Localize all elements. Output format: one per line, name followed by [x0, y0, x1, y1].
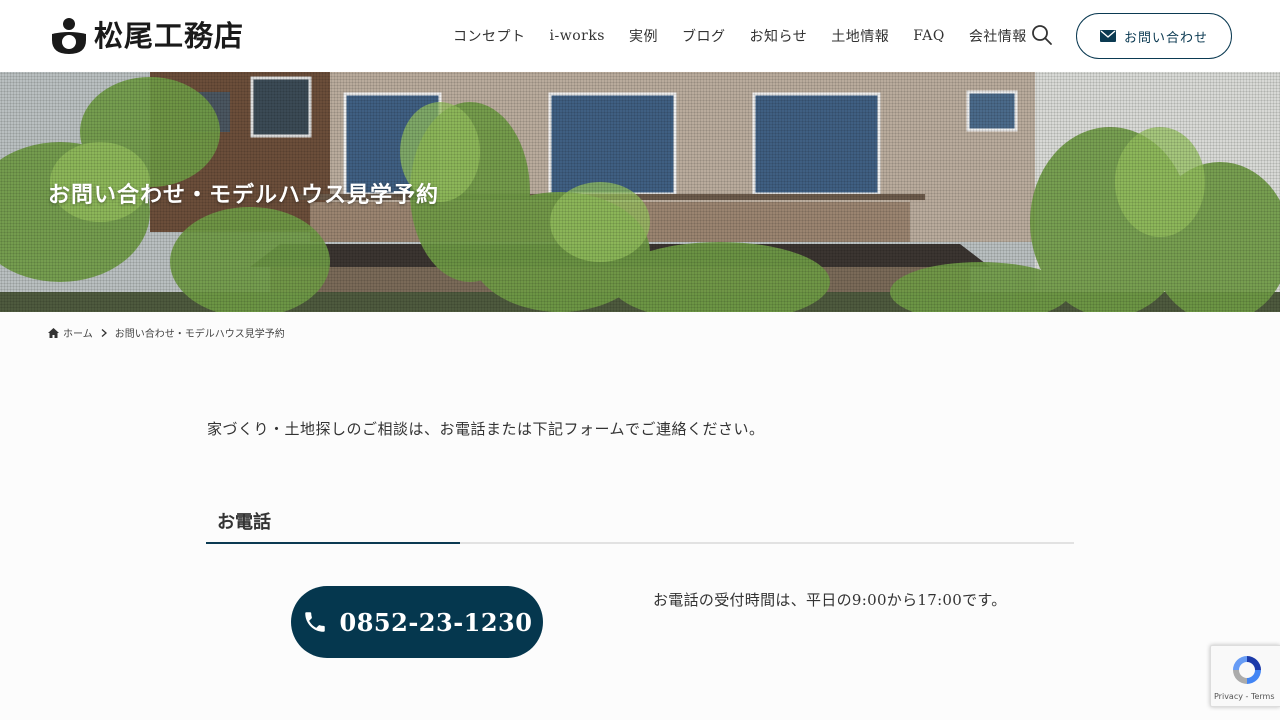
phone-section-title: お電話 [217, 512, 271, 533]
nav-item-iworks[interactable]: i-works [550, 28, 605, 44]
page-title: お問い合わせ・モデルハウス見学予約 [48, 182, 440, 208]
breadcrumb-home[interactable]: ホーム [63, 325, 93, 340]
contact-button-label: お問い合わせ [1123, 30, 1208, 46]
logo-mark-icon [52, 18, 86, 54]
nav-item-concept[interactable]: コンセプト [453, 26, 526, 46]
nav-item-faq[interactable]: FAQ [913, 28, 945, 44]
site-header: 松尾工務店 コンセプト i-works 実例 ブログ お知らせ 土地情報 FAQ… [0, 0, 1280, 72]
phone-icon [304, 612, 325, 632]
recaptcha-icon [1233, 656, 1261, 684]
section-divider-accent [206, 542, 460, 544]
home-icon [48, 327, 59, 338]
intro-text: 家づくり・土地探しのご相談は、お電話または下記フォームでご連絡ください。 [207, 420, 765, 438]
nav-item-news[interactable]: お知らせ [749, 26, 807, 46]
mail-icon [1099, 30, 1116, 42]
contact-button[interactable]: お問い合わせ [1076, 13, 1232, 59]
phone-hours-text: お電話の受付時間は、平日の9:00から17:00です。 [653, 591, 1007, 609]
nav-item-examples[interactable]: 実例 [629, 26, 658, 46]
site-logo[interactable]: 松尾工務店 [48, 16, 244, 56]
recaptcha-links[interactable]: Privacy - Terms [1214, 692, 1275, 701]
hero-banner: お問い合わせ・モデルハウス見学予約 [0, 72, 1280, 312]
nav-item-company[interactable]: 会社情報 [969, 26, 1027, 46]
search-icon[interactable] [1031, 24, 1053, 46]
breadcrumb: ホーム お問い合わせ・モデルハウス見学予約 [48, 325, 285, 340]
logo-text: 松尾工務店 [94, 19, 245, 53]
phone-number: 0852-23-1230 [339, 607, 533, 637]
chevron-right-icon [101, 328, 107, 337]
breadcrumb-current: お問い合わせ・モデルハウス見学予約 [114, 329, 285, 340]
nav-item-blog[interactable]: ブログ [682, 26, 726, 46]
main-nav: コンセプト i-works 実例 ブログ お知らせ 土地情報 FAQ 会社情報 [441, 0, 1039, 72]
recaptcha-badge[interactable]: Privacy - Terms [1210, 645, 1280, 707]
nav-item-land[interactable]: 土地情報 [831, 26, 889, 46]
phone-call-button[interactable]: 0852-23-1230 [291, 586, 543, 658]
